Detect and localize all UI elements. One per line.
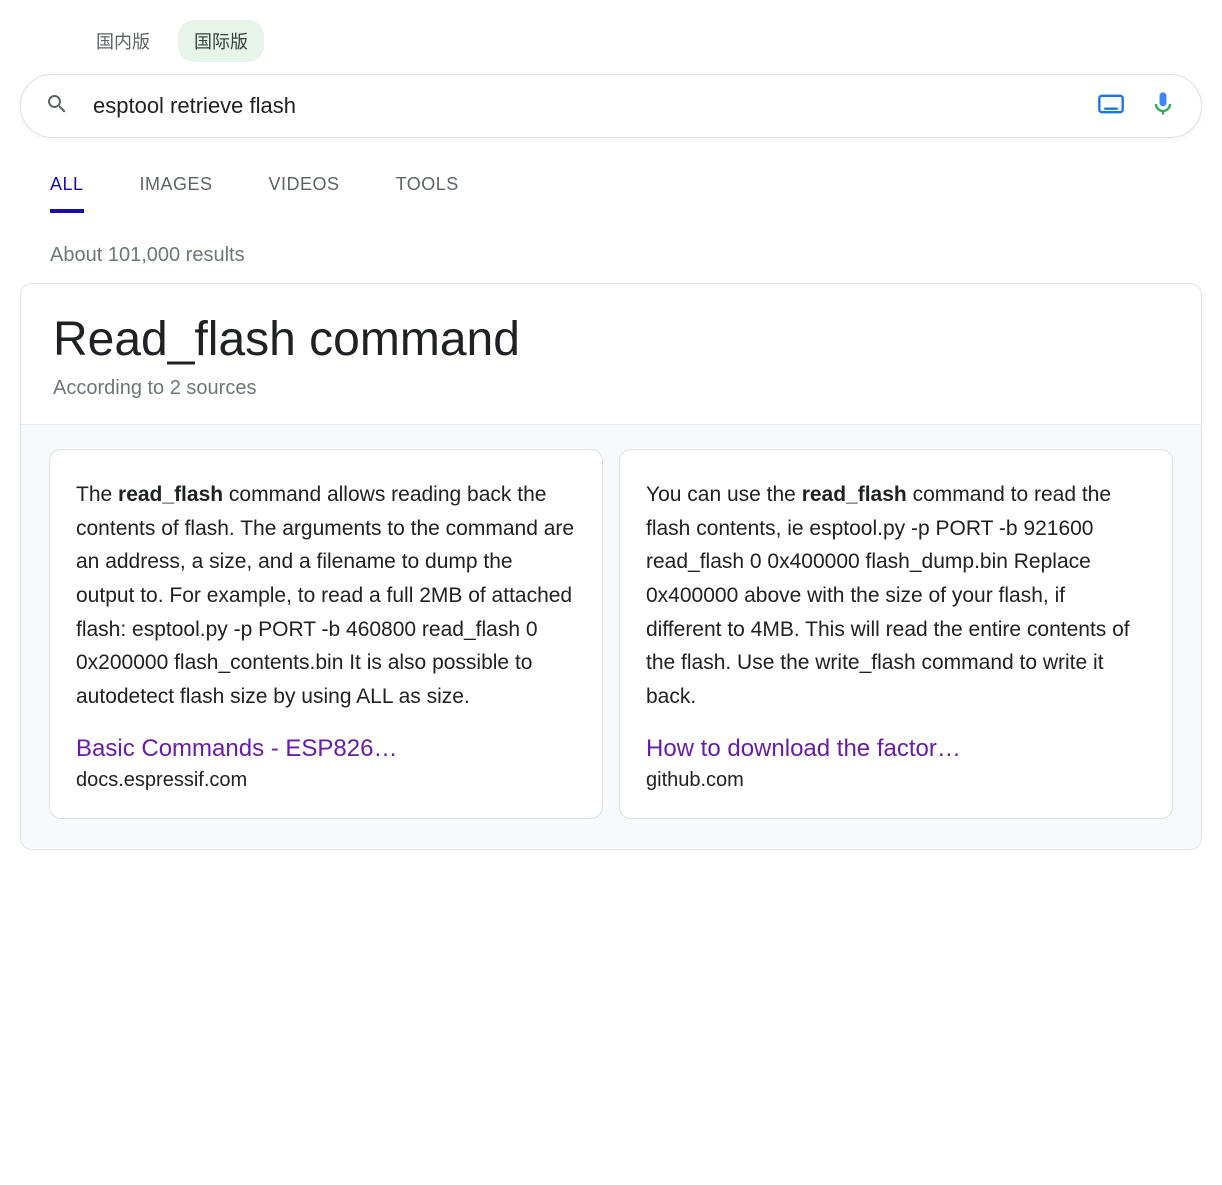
answer-subtitle: According to 2 sources	[53, 377, 1169, 400]
card-link[interactable]: Basic Commands - ESP826…	[76, 735, 576, 763]
card-domain: docs.espressif.com	[76, 769, 576, 792]
search-bar	[20, 74, 1202, 138]
card-domain: github.com	[646, 769, 1146, 792]
tab-international[interactable]: 国际版	[178, 20, 264, 62]
tab-tools[interactable]: TOOLS	[396, 174, 459, 213]
tab-images[interactable]: IMAGES	[140, 174, 213, 213]
keyboard-icon[interactable]	[1097, 90, 1125, 123]
card-text: You can use the read_flash command to re…	[646, 478, 1146, 713]
answer-title: Read_flash command	[53, 312, 1169, 367]
version-tabs: 国内版 国际版	[80, 20, 1202, 62]
answer-card: The read_flash command allows reading ba…	[49, 449, 603, 819]
card-text: The read_flash command allows reading ba…	[76, 478, 576, 713]
microphone-icon[interactable]	[1149, 90, 1177, 123]
answer-cards: The read_flash command allows reading ba…	[21, 425, 1201, 849]
result-count: About 101,000 results	[50, 244, 1202, 267]
answer-box: Read_flash command According to 2 source…	[20, 283, 1202, 850]
search-icon	[45, 92, 69, 121]
tab-videos[interactable]: VIDEOS	[269, 174, 340, 213]
tab-domestic[interactable]: 国内版	[80, 20, 166, 62]
search-input[interactable]	[93, 93, 1097, 119]
card-link[interactable]: How to download the factor…	[646, 735, 1146, 763]
nav-tabs: ALL IMAGES VIDEOS TOOLS	[50, 174, 1202, 214]
tab-all[interactable]: ALL	[50, 174, 84, 213]
answer-card: You can use the read_flash command to re…	[619, 449, 1173, 819]
